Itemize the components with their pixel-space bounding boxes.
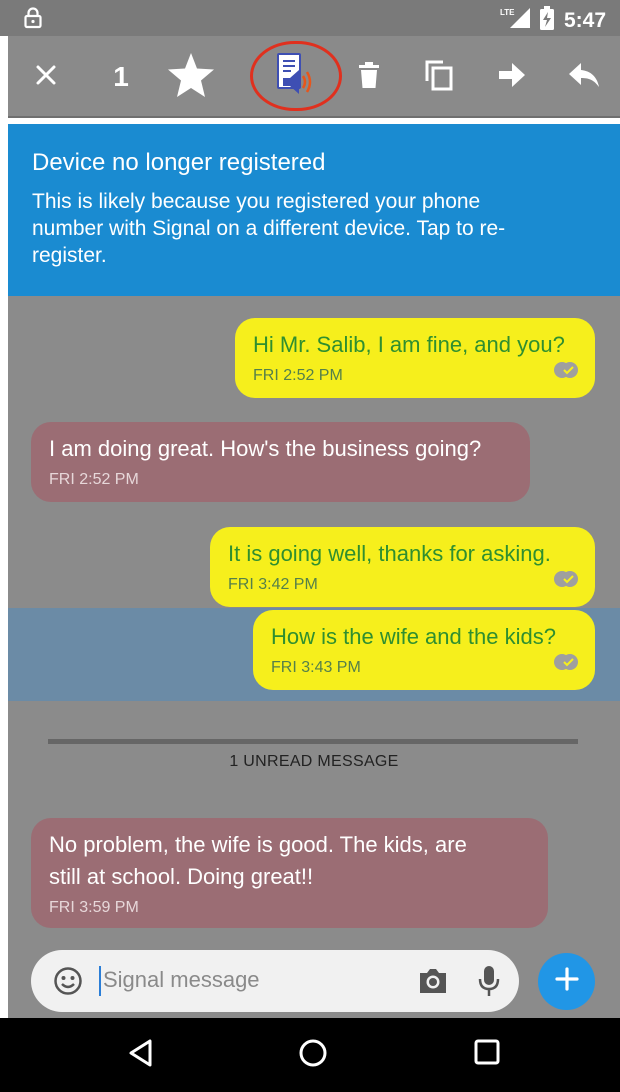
text-to-speech-icon	[275, 52, 317, 101]
close-icon	[35, 64, 57, 91]
banner-title: Device no longer registered	[32, 149, 326, 176]
compose-bar: Signal message	[8, 942, 620, 1018]
banner-line: number with Signal on a different device…	[32, 217, 506, 240]
message-time: FRI 3:59 PM	[49, 899, 139, 916]
message-time: FRI 2:52 PM	[49, 471, 139, 488]
message-input[interactable]: Signal message	[103, 967, 260, 993]
home-icon[interactable]	[298, 1038, 328, 1073]
star-button[interactable]	[162, 36, 220, 118]
message-time: FRI 2:52 PM	[253, 367, 343, 384]
message-text: It is going well, thanks for asking.	[228, 541, 551, 566]
message-bubble-incoming[interactable]: I am doing great. How's the business goi…	[31, 422, 530, 502]
status-time: 5:47	[563, 8, 606, 32]
status-bar: LTE 5:47	[0, 0, 620, 36]
microphone-icon[interactable]	[478, 965, 500, 1002]
svg-text:LTE: LTE	[500, 8, 515, 17]
selected-count: 1	[113, 61, 129, 92]
message-bubble-incoming[interactable]: No problem, the wife is good. The kids, …	[31, 818, 548, 928]
unread-divider-label: 1 UNREAD MESSAGE	[229, 753, 399, 770]
recents-icon[interactable]	[473, 1038, 501, 1071]
forward-button[interactable]	[496, 36, 528, 118]
message-text: No problem, the wife is good. The kids, …	[49, 832, 467, 857]
copy-button[interactable]	[420, 36, 458, 118]
emoji-icon[interactable]	[53, 966, 83, 1001]
lock-icon	[24, 7, 42, 34]
message-bubble-outgoing-selected[interactable]: How is the wife and the kids? FRI 3:43 P…	[253, 610, 595, 690]
delete-icon	[359, 61, 379, 93]
forward-icon	[499, 62, 525, 92]
delivered-check-icon	[553, 653, 579, 676]
star-icon	[166, 51, 216, 104]
system-navigation-bar	[0, 1018, 620, 1092]
back-icon[interactable]	[128, 1038, 154, 1073]
text-cursor	[99, 966, 101, 996]
delivered-check-icon	[553, 361, 579, 384]
unread-divider-line	[48, 739, 578, 744]
plus-icon	[554, 967, 579, 996]
delete-button[interactable]	[352, 36, 386, 118]
battery-charging-icon	[539, 6, 554, 35]
message-time: FRI 3:42 PM	[228, 576, 318, 593]
message-time: FRI 3:43 PM	[271, 659, 361, 676]
banner-line: register.	[32, 244, 107, 267]
delivered-check-icon	[553, 570, 579, 593]
device-unregistered-banner[interactable]: Device no longer registered This is like…	[8, 124, 620, 296]
compose-field[interactable]: Signal message	[31, 950, 519, 1012]
message-bubble-outgoing[interactable]: Hi Mr. Salib, I am fine, and you? FRI 2:…	[235, 318, 595, 398]
banner-text: This is likely because you registered yo…	[32, 188, 596, 269]
banner-line: This is likely because you registered yo…	[32, 190, 481, 213]
copy-icon	[424, 59, 454, 96]
selection-toolbar: 1	[8, 36, 620, 118]
attach-button[interactable]	[538, 953, 595, 1010]
close-selection-button[interactable]	[24, 36, 68, 118]
camera-icon[interactable]	[417, 967, 449, 1000]
text-to-speech-button[interactable]	[250, 41, 342, 111]
conversation-list[interactable]: Hi Mr. Salib, I am fine, and you? FRI 2:…	[8, 296, 620, 942]
message-text: Hi Mr. Salib, I am fine, and you?	[253, 332, 565, 357]
reply-button[interactable]	[566, 36, 602, 118]
message-text: I am doing great. How's the business goi…	[49, 436, 482, 461]
message-text: How is the wife and the kids?	[271, 624, 556, 649]
message-bubble-outgoing[interactable]: It is going well, thanks for asking. FRI…	[210, 527, 595, 607]
lte-signal-icon: LTE	[500, 6, 530, 35]
message-text: still at school. Doing great!!	[49, 864, 314, 889]
reply-icon	[569, 62, 599, 92]
